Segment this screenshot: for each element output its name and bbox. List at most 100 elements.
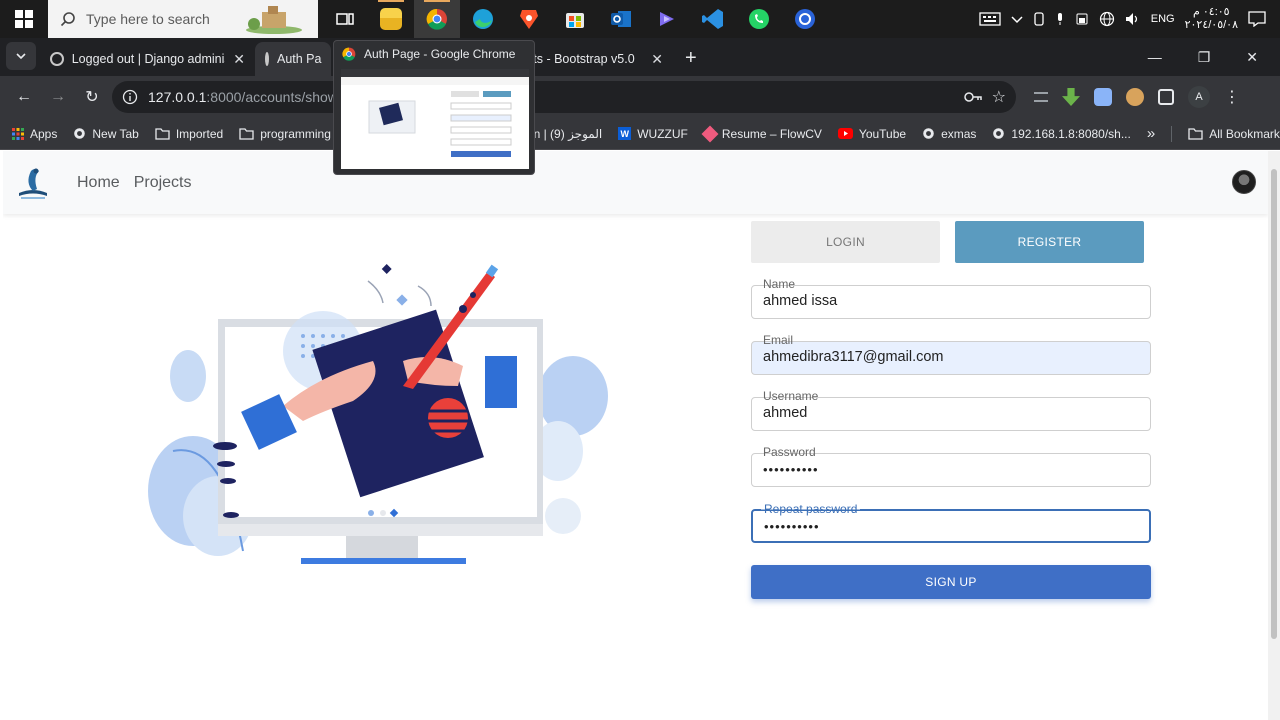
more-menu-icon[interactable]: ⋮ <box>1224 87 1240 107</box>
download-extension-icon[interactable] <box>1062 88 1080 106</box>
new-tab-button[interactable]: + <box>685 47 697 70</box>
edge-icon[interactable] <box>460 0 506 38</box>
chrome-taskbar-icon[interactable] <box>414 0 460 38</box>
password-label: Password <box>760 445 819 459</box>
bookmark-label: 192.168.1.8:8080/sh... <box>1011 126 1131 141</box>
repeat-password-field[interactable]: Repeat password •••••••••• <box>751 502 1151 543</box>
chevron-up-icon[interactable] <box>1011 14 1023 24</box>
bookmarks-bar: Apps New Tab Imported programming edIn |… <box>0 118 1280 150</box>
bookmarks-overflow-icon[interactable]: » <box>1147 125 1155 142</box>
username-field[interactable]: Username ahmed <box>751 389 1151 431</box>
bookmark-label: YouTube <box>858 126 907 141</box>
outlook-icon[interactable] <box>598 0 644 38</box>
bookmark-imported[interactable]: Imported <box>155 127 223 141</box>
tab-search-button[interactable] <box>6 42 36 70</box>
extensions-area: A ⋮ <box>1034 86 1240 108</box>
folder-icon <box>1188 127 1203 140</box>
folder-icon <box>155 127 170 140</box>
minimize-icon[interactable]: — <box>1148 49 1162 66</box>
bookmark-exmas[interactable]: exmas <box>922 127 976 141</box>
microphone-icon[interactable] <box>1055 12 1065 26</box>
task-view-icon[interactable] <box>322 0 368 38</box>
close-window-icon[interactable]: ✕ <box>1246 49 1258 66</box>
bookmark-label: Resume – FlowCV <box>721 126 822 141</box>
copilot-icon[interactable] <box>644 0 690 38</box>
name-field[interactable]: Name ahmed issa <box>751 277 1151 319</box>
windows-start-icon[interactable] <box>0 0 48 38</box>
volume-icon[interactable] <box>1125 12 1141 26</box>
url-host: 127.0.0.1 <box>148 89 207 105</box>
sign-up-button[interactable]: SIGN UP <box>751 565 1151 599</box>
camera-icon[interactable] <box>1033 12 1045 26</box>
all-bookmarks[interactable]: All Bookmarks <box>1188 127 1280 141</box>
language-indicator[interactable]: ENG <box>1151 13 1175 25</box>
clock[interactable]: ٠٤:٠٥ م ٢٠٢٤/٠٥/٠٨ <box>1185 6 1238 32</box>
bookmark-apps[interactable]: Apps <box>12 127 57 141</box>
system-tray: ENG ٠٤:٠٥ م ٢٠٢٤/٠٥/٠٨ <box>979 6 1280 32</box>
site-info-icon[interactable] <box>122 89 138 105</box>
taskbar-search-box[interactable]: Type here to search <box>48 0 318 38</box>
notifications-icon[interactable] <box>1248 11 1266 27</box>
cookie-extension-icon[interactable] <box>1126 88 1144 106</box>
email-value: ahmedibra3117@gmail.com <box>763 349 944 365</box>
nav-projects-link[interactable]: Projects <box>134 174 192 192</box>
globe-favicon-icon <box>265 52 269 66</box>
forward-arrow-icon[interactable]: → <box>44 83 72 111</box>
close-tab-icon[interactable]: ✕ <box>233 51 245 68</box>
profile-avatar[interactable]: A <box>1188 86 1210 108</box>
restore-icon[interactable]: ❐ <box>1198 49 1211 66</box>
vscode-icon[interactable] <box>690 0 736 38</box>
browser-tab-active[interactable]: Auth Pa <box>255 42 331 76</box>
chevron-down-icon <box>16 53 26 60</box>
bookmark-new-tab[interactable]: New Tab <box>73 126 139 141</box>
site-navbar: Home Projects <box>3 151 1268 214</box>
bookmark-local-ip[interactable]: 192.168.1.8:8080/sh... <box>992 126 1131 141</box>
bookmark-label: exmas <box>941 126 977 141</box>
bookmark-flowcv[interactable]: Resume – FlowCV <box>701 125 822 142</box>
file-explorer-icon[interactable] <box>368 0 414 38</box>
globe-icon <box>993 128 1005 139</box>
folder-icon <box>239 127 254 140</box>
username-label: Username <box>760 389 822 403</box>
bookmark-wuzzuf[interactable]: W WUZZUF <box>618 127 688 141</box>
bookmark-star-icon[interactable]: ☆ <box>992 87 1006 107</box>
address-bar[interactable]: 127.0.0.1:8000/accounts/show_a ☆ <box>112 81 1016 113</box>
keyboard-icon[interactable] <box>979 12 1001 26</box>
bookmark-label: programming <box>260 126 331 141</box>
site-logo-icon[interactable] <box>13 163 53 203</box>
password-key-icon[interactable] <box>963 91 982 103</box>
login-tab-button[interactable]: LOGIN <box>751 221 940 263</box>
page-scrollbar[interactable] <box>1268 151 1280 720</box>
preview-thumbnail <box>341 69 529 169</box>
battery-icon[interactable] <box>1075 13 1089 25</box>
taskbar-search-placeholder: Type here to search <box>86 11 210 27</box>
media-extension-icon[interactable] <box>1094 88 1112 106</box>
globe-icon <box>74 128 86 139</box>
browser-tab[interactable]: Logged out | Django administra ✕ <box>40 42 255 76</box>
close-tab-icon[interactable]: ✕ <box>651 51 663 68</box>
network-globe-icon[interactable] <box>1099 11 1115 27</box>
extensions-puzzle-icon[interactable] <box>1158 89 1174 105</box>
whatsapp-icon[interactable] <box>736 0 782 38</box>
nav-home-link[interactable]: Home <box>77 174 120 192</box>
apps-grid-icon <box>12 127 24 140</box>
bookmark-youtube[interactable]: YouTube <box>837 126 907 141</box>
microsoft-store-icon[interactable] <box>552 0 598 38</box>
email-field[interactable]: Email ahmedibra3117@gmail.com <box>751 333 1151 375</box>
user-avatar[interactable] <box>1232 170 1256 194</box>
reading-list-icon[interactable] <box>1034 92 1048 102</box>
search-icon <box>60 12 75 27</box>
clock-time: ٠٤:٠٥ م <box>1193 6 1230 18</box>
back-arrow-icon[interactable]: ← <box>10 83 38 111</box>
extra-app-icon[interactable] <box>782 0 828 38</box>
password-field[interactable]: Password •••••••••• <box>751 445 1151 487</box>
globe-favicon-icon <box>50 52 64 66</box>
bookmark-programming[interactable]: programming <box>239 127 331 141</box>
auth-panel: LOGIN REGISTER Name ahmed issa Email ahm… <box>751 221 1151 599</box>
register-tab-button[interactable]: REGISTER <box>955 221 1144 263</box>
windows-taskbar: Type here to search ENG ٠٤:٠٥ م ٢٠٢٤/٠٥/… <box>0 0 1280 38</box>
scrollbar-thumb[interactable] <box>1271 169 1277 639</box>
brave-icon[interactable] <box>506 0 552 38</box>
bookmark-label: New Tab <box>92 126 139 141</box>
reload-icon[interactable]: ↻ <box>78 83 106 111</box>
